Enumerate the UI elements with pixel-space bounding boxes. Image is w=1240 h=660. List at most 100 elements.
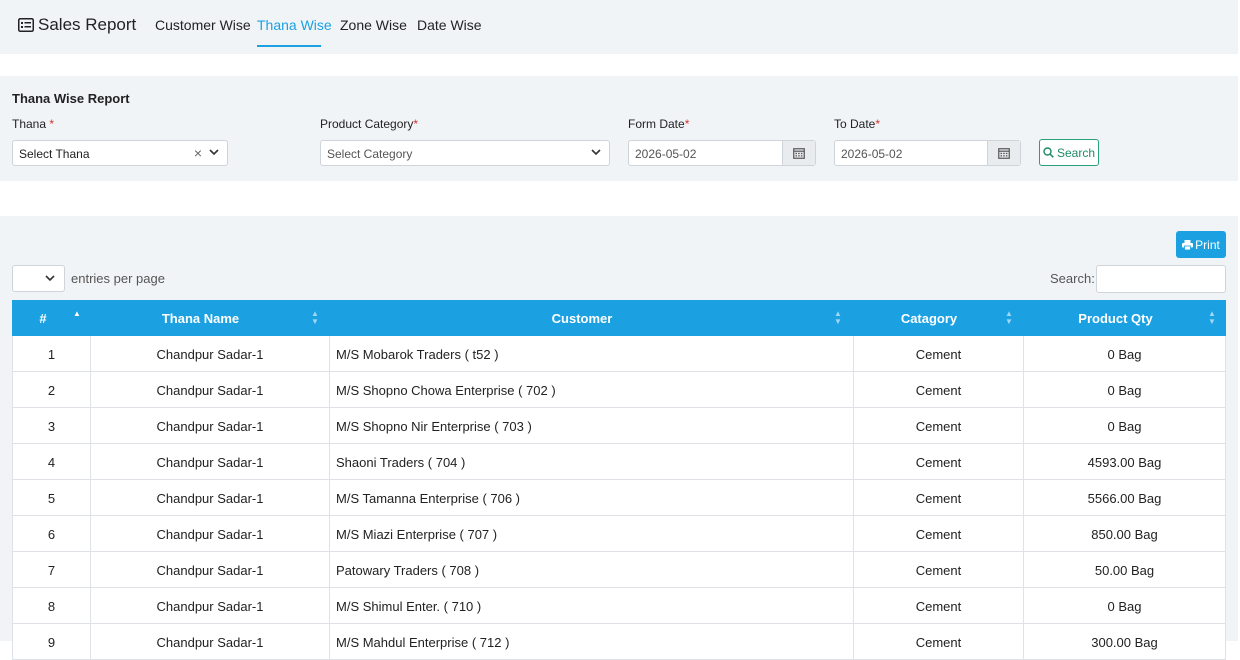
thana-select-value: Select Thana [19,147,90,161]
row-number: 8 [12,588,90,624]
category-cell: Cement [853,372,1023,408]
required-mark: * [875,117,881,131]
tab-thana-wise[interactable]: Thana Wise [257,17,332,33]
thana-name-cell: Chandpur Sadar-1 [90,516,329,552]
from-date-label: Form Date* [628,117,689,131]
print-button[interactable]: Print [1176,231,1226,258]
product-qty-cell: 0 Bag [1023,336,1226,372]
print-button-label: Print [1195,237,1220,252]
required-mark: * [684,117,690,131]
thana-label-text: Thana [12,117,47,131]
category-cell: Cement [853,588,1023,624]
thana-name-cell: Chandpur Sadar-1 [90,588,329,624]
close-icon[interactable]: × [194,145,202,161]
column-header-thana[interactable]: Thana Name [90,300,311,336]
sort-icon: ▲ ▼ [1208,309,1216,326]
sort-icon: ▲ ▼ [311,309,319,326]
app-title: Sales Report [18,15,136,35]
category-select[interactable]: Select Category [320,140,610,166]
chevron-down-icon [209,149,219,156]
category-cell: Cement [853,444,1023,480]
row-number: 1 [12,336,90,372]
row-number: 9 [12,624,90,660]
entries-per-page-label: entries per page [71,271,165,286]
row-number: 6 [12,516,90,552]
tab-date-wise[interactable]: Date Wise [417,17,482,33]
product-qty-cell: 4593.00 Bag [1023,444,1226,480]
product-qty-cell: 300.00 Bag [1023,624,1226,660]
table-body: 1 Chandpur Sadar-1 M/S Mobarok Traders ( t… [12,336,1226,660]
column-header-qty[interactable]: Product Qty [1023,300,1208,336]
category-cell: Cement [853,408,1023,444]
tab-zone-wise[interactable]: Zone Wise [340,17,407,33]
table-row: 3 Chandpur Sadar-1 M/S Shopno Nir Enterpri… [12,408,1226,444]
sort-asc-icon: ▲ [73,309,81,318]
product-qty-cell: 5566.00 Bag [1023,480,1226,516]
tab-customer-wise[interactable]: Customer Wise [155,17,251,33]
row-number: 3 [12,408,90,444]
sort-icon: ▲ ▼ [834,309,842,326]
row-number: 5 [12,480,90,516]
product-qty-cell: 50.00 Bag [1023,552,1226,588]
category-cell: Cement [853,480,1023,516]
to-date-input[interactable]: 2026-05-02 [834,140,1021,166]
product-qty-cell: 850.00 Bag [1023,516,1226,552]
row-number: 2 [12,372,90,408]
thana-name-cell: Chandpur Sadar-1 [90,336,329,372]
chevron-down-icon [45,275,55,282]
search-button[interactable]: Search [1039,139,1099,166]
entries-per-page-select[interactable] [12,265,65,292]
calendar-icon[interactable] [782,141,815,165]
table-row: 5 Chandpur Sadar-1 M/S Tamanna Enterprise … [12,480,1226,516]
calendar-icon[interactable] [987,141,1020,165]
from-date-label-text: Form Date [628,117,685,131]
to-date-value: 2026-05-02 [841,147,903,161]
table-row: 6 Chandpur Sadar-1 M/S Miazi Enterprise ( … [12,516,1226,552]
customer-cell: M/S Shimul Enter. ( 710 ) [329,588,853,624]
customer-cell: M/S Mobarok Traders ( t52 ) [329,336,853,372]
product-qty-cell: 0 Bag [1023,408,1226,444]
row-number: 4 [12,444,90,480]
chevron-down-icon [591,149,601,156]
required-mark: * [413,117,419,131]
table-row: 2 Chandpur Sadar-1 M/S Shopno Chowa Enterp… [12,372,1226,408]
printer-icon [1182,239,1194,250]
column-header-number[interactable]: # [12,300,74,336]
category-cell: Cement [853,516,1023,552]
category-cell: Cement [853,552,1023,588]
table-row: 8 Chandpur Sadar-1 M/S Shimul Enter. ( 710… [12,588,1226,624]
thana-label: Thana * [12,117,54,131]
category-select-value: Select Category [327,147,413,161]
category-label: Product Category* [320,117,418,131]
column-header-category[interactable]: Catagory [853,300,1005,336]
customer-cell: M/S Miazi Enterprise ( 707 ) [329,516,853,552]
search-button-label: Search [1056,145,1096,160]
table-search-input[interactable] [1096,265,1226,293]
table-row: 9 Chandpur Sadar-1 M/S Mahdul Enterprise (… [12,624,1226,660]
category-cell: Cement [853,336,1023,372]
column-header-customer[interactable]: Customer [329,300,835,336]
customer-cell: M/S Mahdul Enterprise ( 712 ) [329,624,853,660]
table-row: 1 Chandpur Sadar-1 M/S Mobarok Traders ( t… [12,336,1226,372]
sort-icon: ▲ ▼ [1005,309,1013,326]
customer-cell: M/S Tamanna Enterprise ( 706 ) [329,480,853,516]
filter-title: Thana Wise Report [12,91,130,106]
from-date-input[interactable]: 2026-05-02 [628,140,816,166]
thana-name-cell: Chandpur Sadar-1 [90,444,329,480]
customer-cell: Shaoni Traders ( 704 ) [329,444,853,480]
thana-name-cell: Chandpur Sadar-1 [90,552,329,588]
app-title-text: Sales Report [38,15,137,34]
to-date-label-text: To Date [834,117,876,131]
thana-select[interactable]: Select Thana × [12,140,228,166]
category-label-text: Product Category [320,117,414,131]
active-tab-indicator [257,45,321,47]
to-date-label: To Date* [834,117,880,131]
thana-name-cell: Chandpur Sadar-1 [90,408,329,444]
row-number: 7 [12,552,90,588]
table-header: # ▲ Thana Name ▲ ▼ Customer ▲ ▼ Catagory ▲… [12,300,1226,336]
required-mark: * [49,117,55,131]
from-date-value: 2026-05-02 [635,147,697,161]
thana-name-cell: Chandpur Sadar-1 [90,372,329,408]
report-card-icon [18,18,34,32]
customer-cell: M/S Shopno Nir Enterprise ( 703 ) [329,408,853,444]
